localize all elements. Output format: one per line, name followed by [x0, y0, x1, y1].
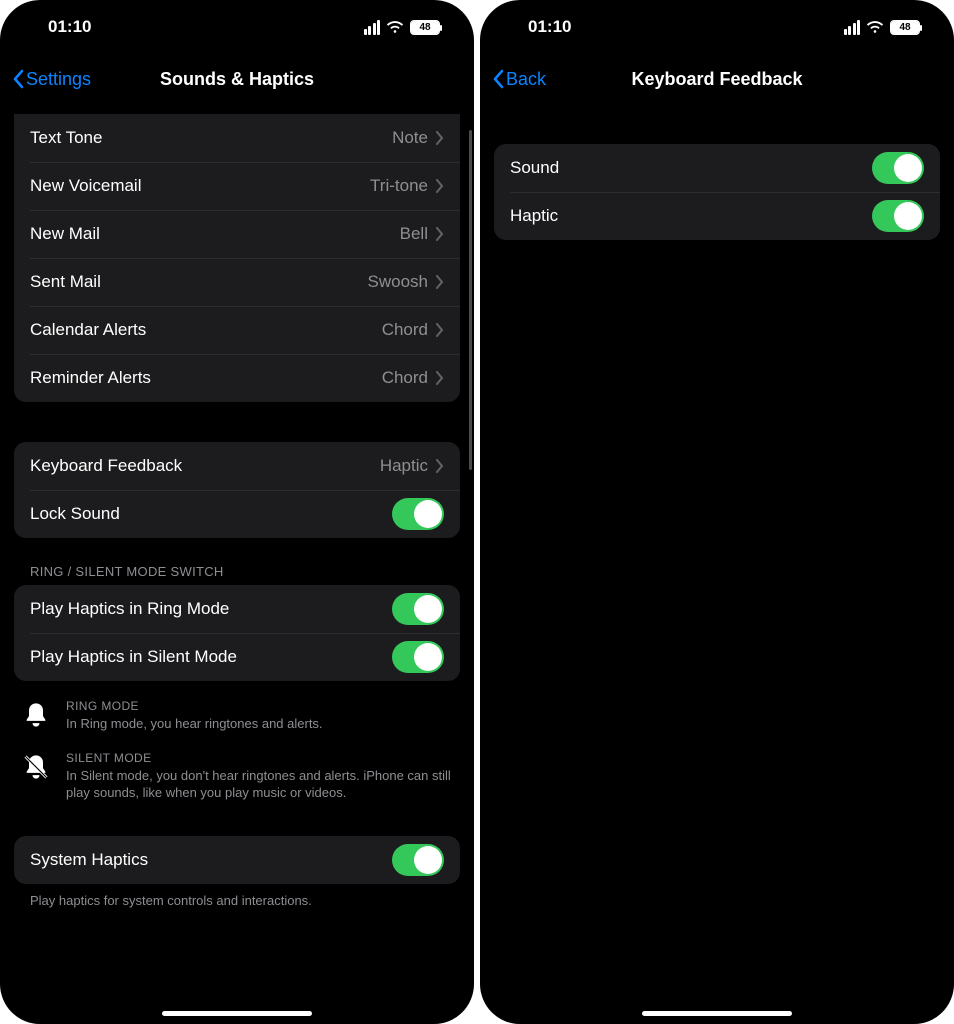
sounds-group: Text Tone Note New Voicemail Tri-tone Ne…: [14, 114, 460, 402]
row-haptic: Haptic: [494, 192, 940, 240]
system-haptics-footer: Play haptics for system controls and int…: [30, 892, 444, 910]
row-value: Bell: [400, 224, 428, 244]
haptic-toggle[interactable]: [872, 200, 924, 232]
row-label: Keyboard Feedback: [30, 456, 380, 476]
phone-sounds-haptics: 01:10 48 Settings Sounds & Haptics Text …: [0, 0, 474, 1024]
battery-level: 48: [411, 21, 439, 34]
haptics-silent-toggle[interactable]: [392, 641, 444, 673]
row-system-haptics: System Haptics: [14, 836, 460, 884]
back-label: Back: [506, 69, 546, 90]
row-label: Sent Mail: [30, 272, 368, 292]
wifi-icon: [386, 20, 404, 34]
row-haptics-ring: Play Haptics in Ring Mode: [14, 585, 460, 633]
row-haptics-silent: Play Haptics in Silent Mode: [14, 633, 460, 681]
status-bar: 01:10 48: [0, 0, 474, 54]
scrollbar[interactable]: [469, 130, 472, 470]
row-label: New Mail: [30, 224, 400, 244]
battery-icon: 48: [410, 20, 440, 35]
home-indicator[interactable]: [642, 1011, 792, 1016]
battery-icon: 48: [890, 20, 920, 35]
sound-toggle[interactable]: [872, 152, 924, 184]
row-calendar-alerts[interactable]: Calendar Alerts Chord: [14, 306, 460, 354]
info-desc: In Silent mode, you don't hear ringtones…: [66, 767, 456, 802]
row-value: Chord: [382, 320, 428, 340]
row-keyboard-feedback[interactable]: Keyboard Feedback Haptic: [14, 442, 460, 490]
system-haptics-group: System Haptics: [14, 836, 460, 884]
nav-bar: Back Keyboard Feedback: [480, 54, 954, 104]
system-haptics-toggle[interactable]: [392, 844, 444, 876]
row-label: Reminder Alerts: [30, 368, 382, 388]
status-time: 01:10: [528, 17, 571, 37]
chevron-right-icon: [436, 179, 444, 193]
info-desc: In Ring mode, you hear ringtones and ale…: [66, 715, 456, 733]
row-label: Play Haptics in Ring Mode: [30, 599, 392, 619]
wifi-icon: [866, 20, 884, 34]
row-label: Play Haptics in Silent Mode: [30, 647, 392, 667]
row-sent-mail[interactable]: Sent Mail Swoosh: [14, 258, 460, 306]
feedback-group: Sound Haptic: [494, 144, 940, 240]
status-icons: 48: [364, 20, 441, 35]
keyboard-lock-group: Keyboard Feedback Haptic Lock Sound: [14, 442, 460, 538]
lock-sound-toggle[interactable]: [392, 498, 444, 530]
chevron-right-icon: [436, 227, 444, 241]
silent-group: Play Haptics in Ring Mode Play Haptics i…: [14, 585, 460, 681]
row-label: Haptic: [510, 206, 872, 226]
cellular-icon: [844, 20, 861, 35]
row-sound: Sound: [494, 144, 940, 192]
status-icons: 48: [844, 20, 921, 35]
section-header-silent: RING / SILENT MODE SWITCH: [30, 564, 460, 579]
battery-level: 48: [891, 21, 919, 34]
row-reminder-alerts[interactable]: Reminder Alerts Chord: [14, 354, 460, 402]
nav-bar: Settings Sounds & Haptics: [0, 54, 474, 104]
row-lock-sound: Lock Sound: [14, 490, 460, 538]
info-title: RING MODE: [66, 699, 456, 713]
bell-icon: [22, 701, 50, 729]
chevron-left-icon: [12, 69, 24, 89]
row-value: Chord: [382, 368, 428, 388]
page-title: Keyboard Feedback: [480, 69, 954, 90]
row-value: Haptic: [380, 456, 428, 476]
row-label: Text Tone: [30, 128, 392, 148]
row-value: Tri-tone: [370, 176, 428, 196]
back-label: Settings: [26, 69, 91, 90]
chevron-right-icon: [436, 131, 444, 145]
row-label: System Haptics: [30, 850, 392, 870]
bell-off-icon: [22, 753, 50, 781]
haptics-ring-toggle[interactable]: [392, 593, 444, 625]
ring-mode-info: RING MODE In Ring mode, you hear rington…: [22, 699, 456, 733]
back-button[interactable]: Settings: [12, 69, 91, 90]
row-new-voicemail[interactable]: New Voicemail Tri-tone: [14, 162, 460, 210]
status-bar: 01:10 48: [480, 0, 954, 54]
row-label: Lock Sound: [30, 504, 392, 524]
chevron-left-icon: [492, 69, 504, 89]
info-title: SILENT MODE: [66, 751, 456, 765]
chevron-right-icon: [436, 323, 444, 337]
row-label: Sound: [510, 158, 872, 178]
row-text-tone[interactable]: Text Tone Note: [14, 114, 460, 162]
status-time: 01:10: [48, 17, 91, 37]
row-label: New Voicemail: [30, 176, 370, 196]
silent-mode-info: SILENT MODE In Silent mode, you don't he…: [22, 751, 456, 802]
cellular-icon: [364, 20, 381, 35]
chevron-right-icon: [436, 275, 444, 289]
row-new-mail[interactable]: New Mail Bell: [14, 210, 460, 258]
chevron-right-icon: [436, 371, 444, 385]
row-value: Note: [392, 128, 428, 148]
row-value: Swoosh: [368, 272, 428, 292]
chevron-right-icon: [436, 459, 444, 473]
home-indicator[interactable]: [162, 1011, 312, 1016]
row-label: Calendar Alerts: [30, 320, 382, 340]
back-button[interactable]: Back: [492, 69, 546, 90]
phone-keyboard-feedback: 01:10 48 Back Keyboard Feedback Sound Ha…: [480, 0, 954, 1024]
